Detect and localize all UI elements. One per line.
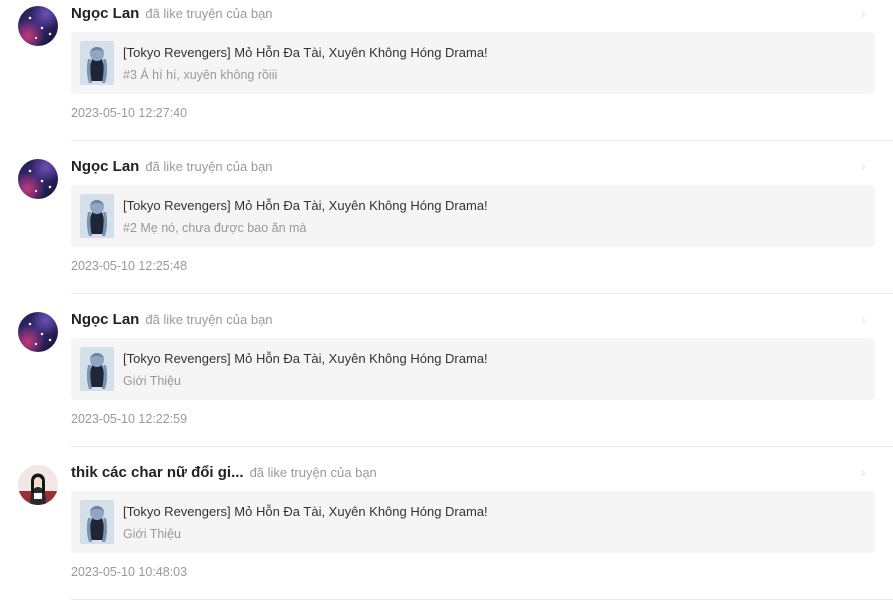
chapter-label: #2 Mẹ nó, chưa được bao ăn mà	[123, 221, 307, 235]
story-title: [Tokyo Revengers] Mỏ Hỗn Đa Tài, Xuyên K…	[123, 45, 488, 60]
notification-header: Ngọc Lan đã like truyện của bạn	[71, 158, 273, 178]
chapter-label: Giới Thiệu	[123, 527, 181, 541]
story-card[interactable]: [Tokyo Revengers] Mỏ Hỗn Đa Tài, Xuyên K…	[71, 32, 875, 94]
user-avatar[interactable]	[18, 312, 58, 352]
story-card[interactable]: [Tokyo Revengers] Mỏ Hỗn Đa Tài, Xuyên K…	[71, 491, 875, 553]
action-text: đã like truyện của bạn	[145, 159, 273, 174]
action-text: đã like truyện của bạn	[249, 465, 377, 480]
story-cover-thumbnail	[80, 41, 114, 85]
divider	[71, 140, 893, 141]
chevron-right-icon[interactable]: ›	[861, 158, 866, 174]
story-card[interactable]: [Tokyo Revengers] Mỏ Hỗn Đa Tài, Xuyên K…	[71, 338, 875, 400]
notification-header: Ngọc Lan đã like truyện của bạn	[71, 311, 273, 331]
chevron-right-icon[interactable]: ›	[861, 311, 866, 327]
user-name[interactable]: Ngọc Lan	[71, 5, 139, 22]
user-avatar[interactable]	[18, 159, 58, 199]
chevron-right-icon[interactable]: ›	[861, 5, 866, 21]
divider	[71, 293, 893, 294]
story-cover-thumbnail	[80, 347, 114, 391]
chapter-label: Giới Thiệu	[123, 374, 181, 388]
story-cover-thumbnail	[80, 500, 114, 544]
user-avatar[interactable]	[18, 465, 58, 505]
notification-header: Ngọc Lan đã like truyện của bạn	[71, 5, 273, 25]
user-name[interactable]: Ngọc Lan	[71, 158, 139, 175]
chapter-label: #3 Á hí hí, xuyên không rồiii	[123, 68, 278, 82]
story-card[interactable]: [Tokyo Revengers] Mỏ Hỗn Đa Tài, Xuyên K…	[71, 185, 875, 247]
user-avatar[interactable]	[18, 6, 58, 46]
chevron-right-icon[interactable]: ›	[861, 464, 866, 480]
action-text: đã like truyện của bạn	[145, 312, 273, 327]
timestamp: 2023-05-10 10:48:03	[71, 565, 188, 579]
user-name[interactable]: thik các char nữ đổi gi...	[71, 464, 244, 481]
notification-item[interactable]: Ngọc Lan đã like truyện của bạn › [Tokyo…	[0, 306, 893, 458]
notification-header: thik các char nữ đổi gi... đã like truyệ…	[71, 464, 377, 484]
user-name[interactable]: Ngọc Lan	[71, 311, 139, 328]
story-title: [Tokyo Revengers] Mỏ Hỗn Đa Tài, Xuyên K…	[123, 351, 488, 366]
action-text: đã like truyện của bạn	[145, 6, 273, 21]
timestamp: 2023-05-10 12:27:40	[71, 106, 188, 120]
story-cover-thumbnail	[80, 194, 114, 238]
notification-item[interactable]: Ngọc Lan đã like truyện của bạn › [Tokyo…	[0, 0, 893, 152]
timestamp: 2023-05-10 12:25:48	[71, 259, 188, 273]
notification-item[interactable]: thik các char nữ đổi gi... đã like truyệ…	[0, 459, 893, 611]
notification-item[interactable]: Ngọc Lan đã like truyện của bạn › [Tokyo…	[0, 153, 893, 305]
story-title: [Tokyo Revengers] Mỏ Hỗn Đa Tài, Xuyên K…	[123, 198, 488, 213]
story-title: [Tokyo Revengers] Mỏ Hỗn Đa Tài, Xuyên K…	[123, 504, 488, 519]
timestamp: 2023-05-10 12:22:59	[71, 412, 188, 426]
divider	[71, 446, 893, 447]
